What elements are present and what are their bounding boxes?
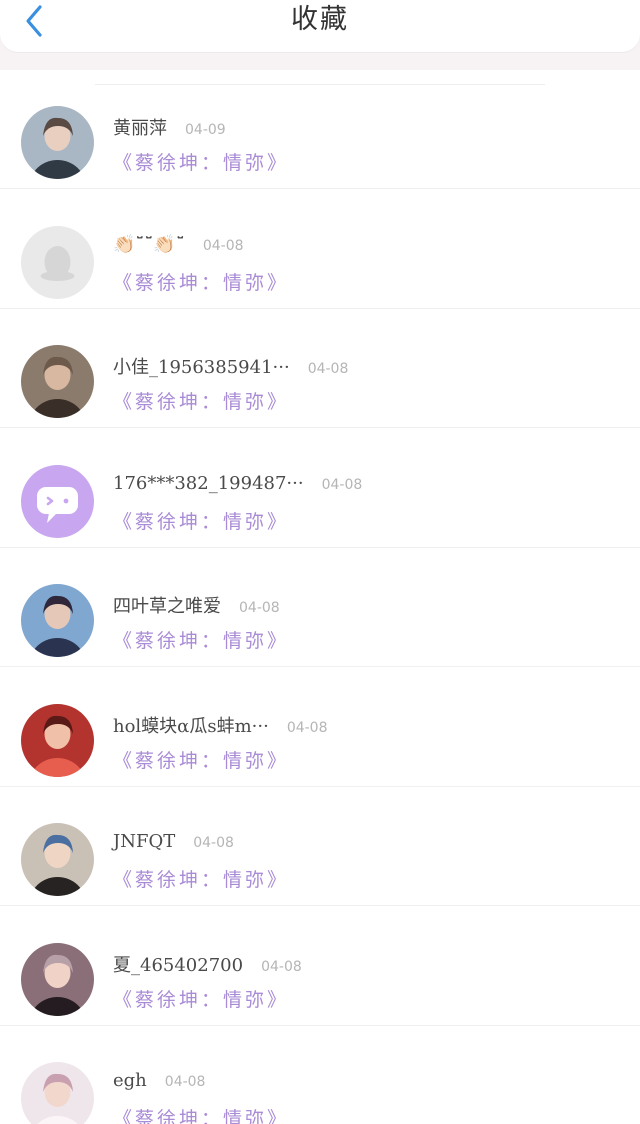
avatar[interactable] [21, 464, 94, 538]
timestamp: 04-09 [185, 122, 226, 138]
user-info: 夏_465402700 04-08 [113, 951, 302, 979]
timestamp: 04-08 [286, 719, 328, 736]
list-item[interactable]: 夏_465402700 04-08 《蔡徐坤：情弥》 [0, 907, 640, 1026]
song-title-link[interactable]: 《蔡徐坤：情弥》 [113, 1104, 289, 1124]
page-title: 收藏 [291, 4, 349, 35]
avatar[interactable] [21, 106, 94, 179]
user-info: egh 04-08 [113, 1070, 205, 1098]
song-title-link[interactable]: 《蔡徐坤：情弥》 [113, 507, 289, 534]
avatar[interactable] [21, 584, 94, 657]
song-title-link[interactable]: 《蔡徐坤：情弥》 [113, 746, 289, 773]
user-info: 黄丽萍 04-09 [113, 114, 226, 142]
avatar[interactable] [21, 1062, 94, 1124]
timestamp: 04-08 [321, 476, 363, 493]
timestamp: 04-08 [193, 835, 234, 851]
song-title-link[interactable]: 《蔡徐坤：情弥》 [113, 387, 289, 414]
username[interactable]: 小佳_1956385941··· [113, 353, 290, 379]
user-info: 小佳_1956385941··· 04-08 [113, 353, 348, 381]
list-item[interactable]: 黄丽萍 04-09 《蔡徐坤：情弥》 [0, 70, 640, 189]
user-info: 176***382_199487··· 04-08 [113, 473, 362, 501]
avatar[interactable] [21, 225, 94, 299]
user-info: hol蟆块α瓜s蚌m··· 04-08 [113, 712, 328, 740]
username[interactable]: 176***382_199487··· [113, 473, 304, 494]
timestamp: 04-08 [202, 237, 244, 254]
list-item[interactable]: 小佳_1956385941··· 04-08 《蔡徐坤：情弥》 [0, 309, 640, 428]
user-info: 四叶草之唯爱 04-08 [113, 592, 280, 620]
user-info: 👏🏻˘̈˘̈👏🏻˘̈ 04-08 [113, 234, 244, 262]
song-title-link[interactable]: 《蔡徐坤：情弥》 [113, 148, 289, 175]
avatar[interactable] [21, 703, 94, 777]
song-title-link[interactable]: 《蔡徐坤：情弥》 [113, 626, 289, 653]
navigation-header: 收藏 [0, 0, 640, 52]
username[interactable]: 黄丽萍 [113, 114, 167, 140]
username[interactable]: JNFQT [113, 831, 175, 852]
list-item[interactable]: hol蟆块α瓜s蚌m··· 04-08 《蔡徐坤：情弥》 [0, 668, 640, 787]
user-info: JNFQT 04-08 [113, 831, 234, 859]
timestamp: 04-08 [307, 361, 349, 377]
favorites-screen: 收藏 黄丽萍 04-09 《蔡徐坤：情弥》 👏🏻˘̈˘̈👏🏻˘̈ 04-08 《蔡徐坤：情… [0, 0, 640, 1124]
timestamp: 04-08 [261, 958, 302, 975]
song-title-link[interactable]: 《蔡徐坤：情弥》 [113, 268, 289, 295]
list-item[interactable]: egh 04-08 《蔡徐坤：情弥》 [0, 1026, 640, 1124]
avatar[interactable] [21, 823, 94, 896]
list-item[interactable]: 👏🏻˘̈˘̈👏🏻˘̈ 04-08 《蔡徐坤：情弥》 [0, 190, 640, 309]
list-item[interactable]: 176***382_199487··· 04-08 《蔡徐坤：情弥》 [0, 429, 640, 548]
username[interactable]: 夏_465402700 [113, 951, 243, 977]
list-item[interactable]: JNFQT 04-08 《蔡徐坤：情弥》 [0, 787, 640, 906]
username[interactable]: egh [113, 1070, 147, 1091]
song-title-link[interactable]: 《蔡徐坤：情弥》 [113, 865, 289, 892]
username[interactable]: 👏🏻˘̈˘̈👏🏻˘̈ [113, 234, 185, 255]
timestamp: 04-08 [239, 600, 280, 616]
avatar[interactable] [21, 345, 94, 418]
list-item[interactable]: 四叶草之唯爱 04-08 《蔡徐坤：情弥》 [0, 548, 640, 667]
username[interactable]: 四叶草之唯爱 [113, 592, 221, 618]
favorites-list[interactable]: 黄丽萍 04-09 《蔡徐坤：情弥》 👏🏻˘̈˘̈👏🏻˘̈ 04-08 《蔡徐坤：情弥》小… [0, 70, 640, 1124]
avatar[interactable] [21, 942, 94, 1016]
song-title-link[interactable]: 《蔡徐坤：情弥》 [113, 985, 289, 1012]
timestamp: 04-08 [164, 1074, 206, 1090]
username[interactable]: hol蟆块α瓜s蚌m··· [113, 712, 269, 738]
